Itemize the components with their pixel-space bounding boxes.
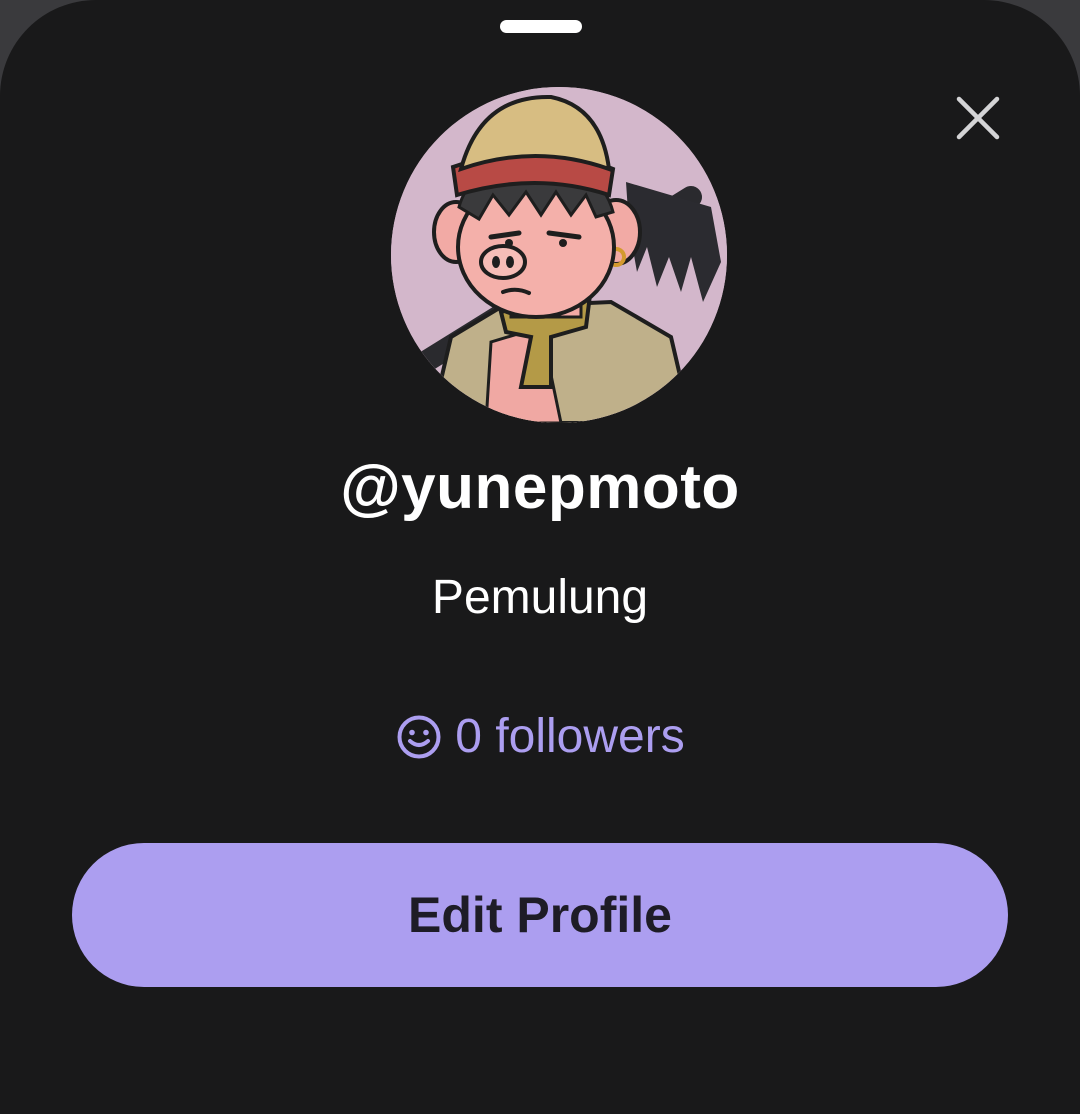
- close-icon: [956, 96, 1000, 140]
- avatar: [391, 87, 727, 423]
- smiley-icon: [395, 713, 443, 761]
- username: @yunepmoto: [340, 453, 740, 522]
- followers-link[interactable]: 0 followers: [0, 705, 1080, 769]
- profile-bio: Pemulung: [431, 571, 649, 624]
- drag-handle[interactable]: [500, 20, 582, 33]
- close-button[interactable]: [946, 86, 1010, 150]
- followers-count-label: 0 followers: [455, 710, 685, 763]
- edit-profile-button[interactable]: Edit Profile: [72, 843, 1008, 987]
- profile-sheet: @yunepmoto Pemulung 0 followers Edit Pro…: [0, 0, 1080, 1114]
